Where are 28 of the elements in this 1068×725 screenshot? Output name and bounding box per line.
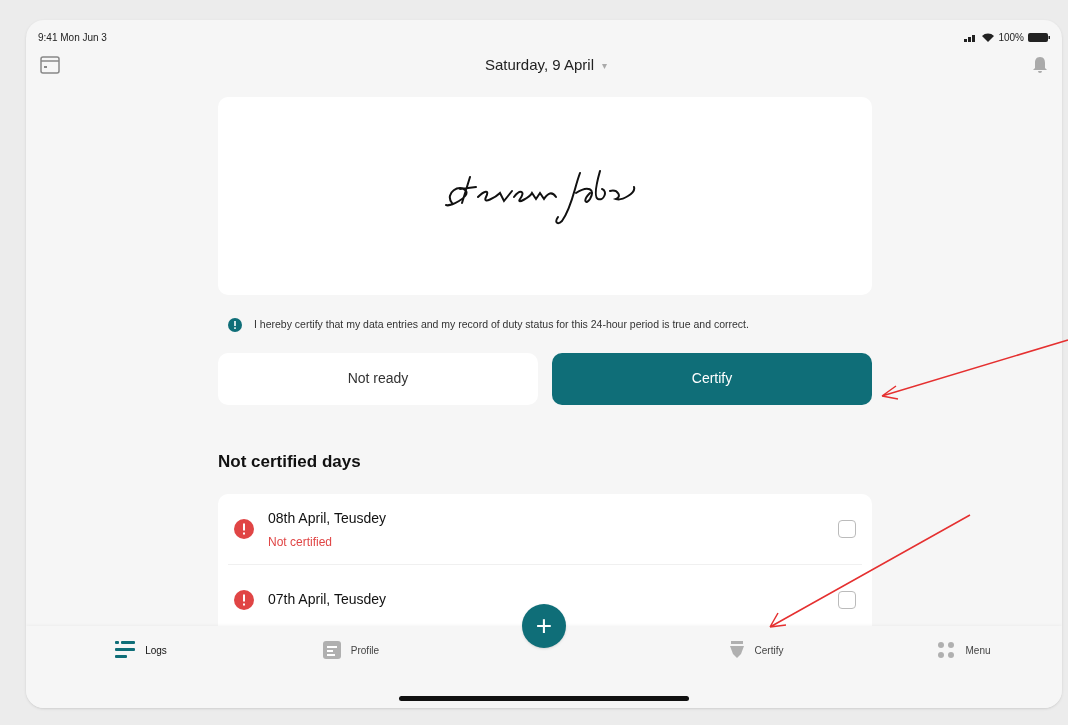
section-title: Not certified days <box>218 450 362 473</box>
status-label: Not certified <box>268 533 334 551</box>
battery-icon <box>1028 33 1050 42</box>
battery-percent: 100% <box>998 31 1024 45</box>
status-time: 9:41 Mon Jun 3 <box>38 31 107 45</box>
alert-icon <box>234 589 254 610</box>
pen-nib-icon <box>728 641 745 659</box>
checkbox[interactable] <box>838 520 856 539</box>
certify-button[interactable]: Certify <box>552 352 872 405</box>
day-title: 07th April, Teusdey <box>268 590 388 610</box>
bell-icon[interactable] <box>1032 56 1048 74</box>
signature-pad[interactable] <box>218 97 872 295</box>
tab-item[interactable]: Profile <box>322 641 380 659</box>
tab-item[interactable]: Logs <box>115 641 167 659</box>
calendar-icon[interactable] <box>40 56 60 74</box>
list-icon <box>115 641 136 659</box>
day-title: 08th April, Teusdey <box>268 508 388 528</box>
tab-item[interactable]: Menu <box>937 641 991 659</box>
info-icon <box>228 317 242 332</box>
grid-icon <box>937 641 956 659</box>
checkbox[interactable] <box>838 590 856 609</box>
wifi-icon <box>982 33 995 42</box>
not-ready-button[interactable]: Not ready <box>218 352 538 405</box>
document-icon <box>322 641 341 659</box>
date-dropdown[interactable]: Saturday, 9 April ▾ <box>485 53 607 77</box>
tab-item[interactable]: Certify <box>728 641 784 659</box>
alert-icon <box>234 519 254 540</box>
certification-statement: I hereby certify that my data entries and my record of duty status for this 24-hour period is true and correct. <box>254 317 749 332</box>
